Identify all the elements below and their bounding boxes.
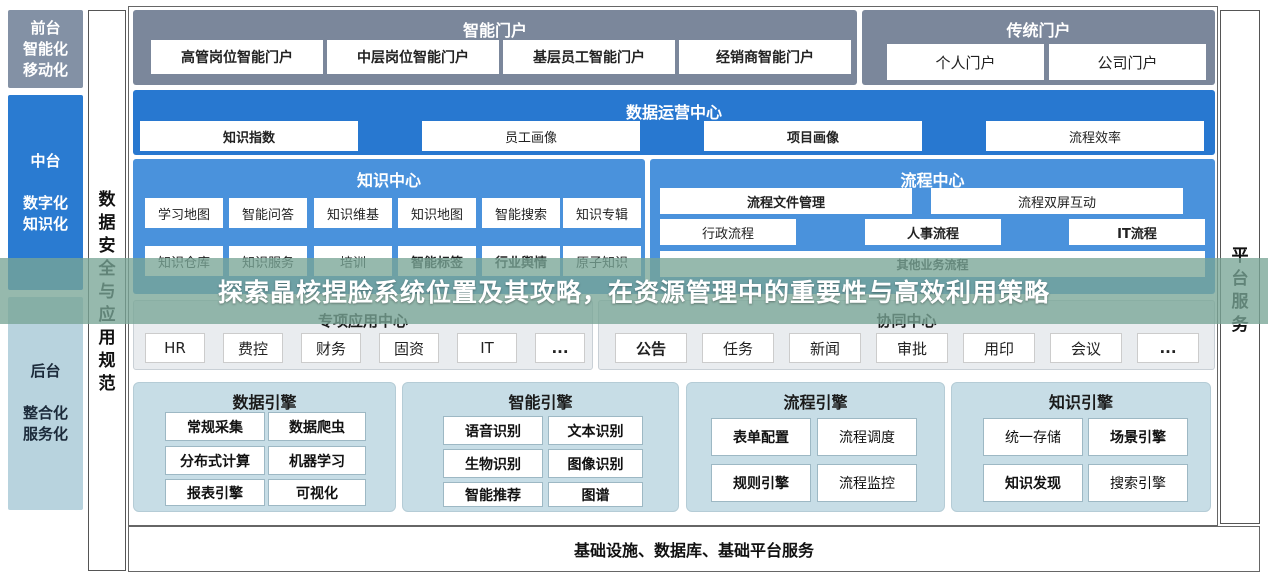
title-banner: 探索晶核捏脸系统位置及其攻略，在资源管理中的重要性与高效利用策略 <box>0 258 1268 324</box>
smart-portal-item: 中层岗位智能门户 <box>327 40 499 74</box>
data-engine-item: 数据爬虫 <box>268 412 366 441</box>
middle-layer-line: 知识化 <box>22 215 68 233</box>
special-app-item: HR <box>145 333 205 363</box>
smart-engine-item: 语音识别 <box>443 416 543 445</box>
special-app-item: IT <box>457 333 517 363</box>
data-ops-item: 知识指数 <box>140 121 358 151</box>
smart-engine-item: 图谱 <box>548 482 643 507</box>
knowledge-item: 学习地图 <box>145 198 223 228</box>
data-security-char: 用 <box>98 328 116 348</box>
traditional-portal-title: 传统门户 <box>1006 21 1071 40</box>
collaboration-item: 审批 <box>876 333 948 363</box>
traditional-portal-item: 公司门户 <box>1049 44 1206 80</box>
data-security-char: 据 <box>98 213 116 233</box>
knowledge-engine-panel: 知识引擎 统一存储 场景引擎 知识发现 搜索引擎 <box>951 382 1211 512</box>
knowledge-engine-item: 知识发现 <box>983 464 1083 502</box>
smart-engine-item: 文本识别 <box>548 416 643 445</box>
data-ops-item: 项目画像 <box>704 121 922 151</box>
process-item: 流程文件管理 <box>660 188 912 214</box>
process-item: 人事流程 <box>865 219 1001 245</box>
front-layer-line: 智能化 <box>22 40 68 58</box>
process-engine-item: 表单配置 <box>711 418 811 456</box>
collaboration-item: 用印 <box>963 333 1035 363</box>
smart-engine-item: 生物识别 <box>443 449 543 478</box>
process-engine-item: 流程监控 <box>817 464 917 502</box>
smart-engine-title: 智能引擎 <box>508 393 573 412</box>
process-item: IT流程 <box>1069 219 1205 245</box>
process-item: 流程双屏互动 <box>931 188 1183 214</box>
collaboration-item: 任务 <box>702 333 774 363</box>
front-layer-block: 前台 智能化 移动化 <box>8 10 83 88</box>
knowledge-engine-item: 统一存储 <box>983 418 1083 456</box>
knowledge-engine-item: 场景引擎 <box>1088 418 1188 456</box>
data-engine-item: 报表引擎 <box>165 479 265 506</box>
data-engine-item: 机器学习 <box>268 446 366 475</box>
traditional-portal-item: 个人门户 <box>887 44 1044 80</box>
back-layer-line: 服务化 <box>22 425 68 443</box>
data-engine-panel: 数据引擎 常规采集 数据爬虫 分布式计算 机器学习 报表引擎 可视化 <box>133 382 396 512</box>
infrastructure-bar: 基础设施、数据库、基础平台服务 <box>128 526 1260 572</box>
smart-portal-item: 基层员工智能门户 <box>503 40 675 74</box>
knowledge-center-title: 知识中心 <box>356 171 421 190</box>
process-item: 行政流程 <box>660 219 796 245</box>
back-layer-block: 后台 整合化 服务化 <box>8 297 83 510</box>
process-engine-item: 流程调度 <box>817 418 917 456</box>
collaboration-item: 新闻 <box>789 333 861 363</box>
data-engine-item: 常规采集 <box>165 412 265 441</box>
data-security-char: 规 <box>98 351 116 371</box>
knowledge-item: 知识地图 <box>398 198 476 228</box>
process-engine-panel: 流程引擎 表单配置 流程调度 规则引擎 流程监控 <box>686 382 945 512</box>
knowledge-item: 知识维基 <box>314 198 392 228</box>
special-app-item: ... <box>535 333 585 363</box>
middle-layer-line: 数字化 <box>22 194 68 212</box>
knowledge-engine-title: 知识引擎 <box>1048 393 1113 412</box>
knowledge-item: 知识专辑 <box>563 198 641 228</box>
back-layer-line: 后台 <box>30 362 61 380</box>
data-engine-item: 可视化 <box>268 479 366 506</box>
smart-engine-item: 智能推荐 <box>443 482 543 507</box>
data-ops-title: 数据运营中心 <box>625 103 722 122</box>
process-engine-item: 规则引擎 <box>711 464 811 502</box>
data-engine-title: 数据引擎 <box>232 393 297 412</box>
collaboration-item: ... <box>1137 333 1199 363</box>
special-app-item: 费控 <box>223 333 283 363</box>
smart-portal-item: 经销商智能门户 <box>679 40 851 74</box>
data-ops-item: 员工画像 <box>422 121 640 151</box>
data-engine-item: 分布式计算 <box>165 446 265 475</box>
special-app-item: 财务 <box>301 333 361 363</box>
traditional-portal-panel: 传统门户 个人门户 公司门户 <box>862 10 1215 85</box>
front-layer-line: 前台 <box>30 19 61 37</box>
smart-portal-title: 智能门户 <box>462 21 527 40</box>
smart-portal-item: 高管岗位智能门户 <box>151 40 323 74</box>
smart-engine-panel: 智能引擎 语音识别 文本识别 生物识别 图像识别 智能推荐 图谱 <box>402 382 679 512</box>
process-engine-title: 流程引擎 <box>783 393 848 412</box>
data-security-char: 范 <box>98 374 116 394</box>
middle-layer-line: 中台 <box>30 152 61 170</box>
banner-text: 探索晶核捏脸系统位置及其攻略，在资源管理中的重要性与高效利用策略 <box>217 278 1050 307</box>
collaboration-item: 会议 <box>1050 333 1122 363</box>
data-security-char: 安 <box>98 236 116 256</box>
smart-engine-item: 图像识别 <box>548 449 643 478</box>
smart-portal-panel: 智能门户 高管岗位智能门户 中层岗位智能门户 基层员工智能门户 经销商智能门户 <box>133 10 857 85</box>
data-security-char: 数 <box>98 190 116 210</box>
front-layer-line: 移动化 <box>22 61 68 79</box>
knowledge-item: 智能问答 <box>229 198 307 228</box>
knowledge-item: 智能搜索 <box>482 198 560 228</box>
infrastructure-label: 基础设施、数据库、基础平台服务 <box>573 541 814 560</box>
special-app-item: 固资 <box>379 333 439 363</box>
knowledge-engine-item: 搜索引擎 <box>1088 464 1188 502</box>
data-ops-panel: 数据运营中心 知识指数 员工画像 项目画像 流程效率 <box>133 90 1215 155</box>
collaboration-item: 公告 <box>615 333 687 363</box>
data-ops-item: 流程效率 <box>986 121 1204 151</box>
back-layer-line: 整合化 <box>22 404 68 422</box>
